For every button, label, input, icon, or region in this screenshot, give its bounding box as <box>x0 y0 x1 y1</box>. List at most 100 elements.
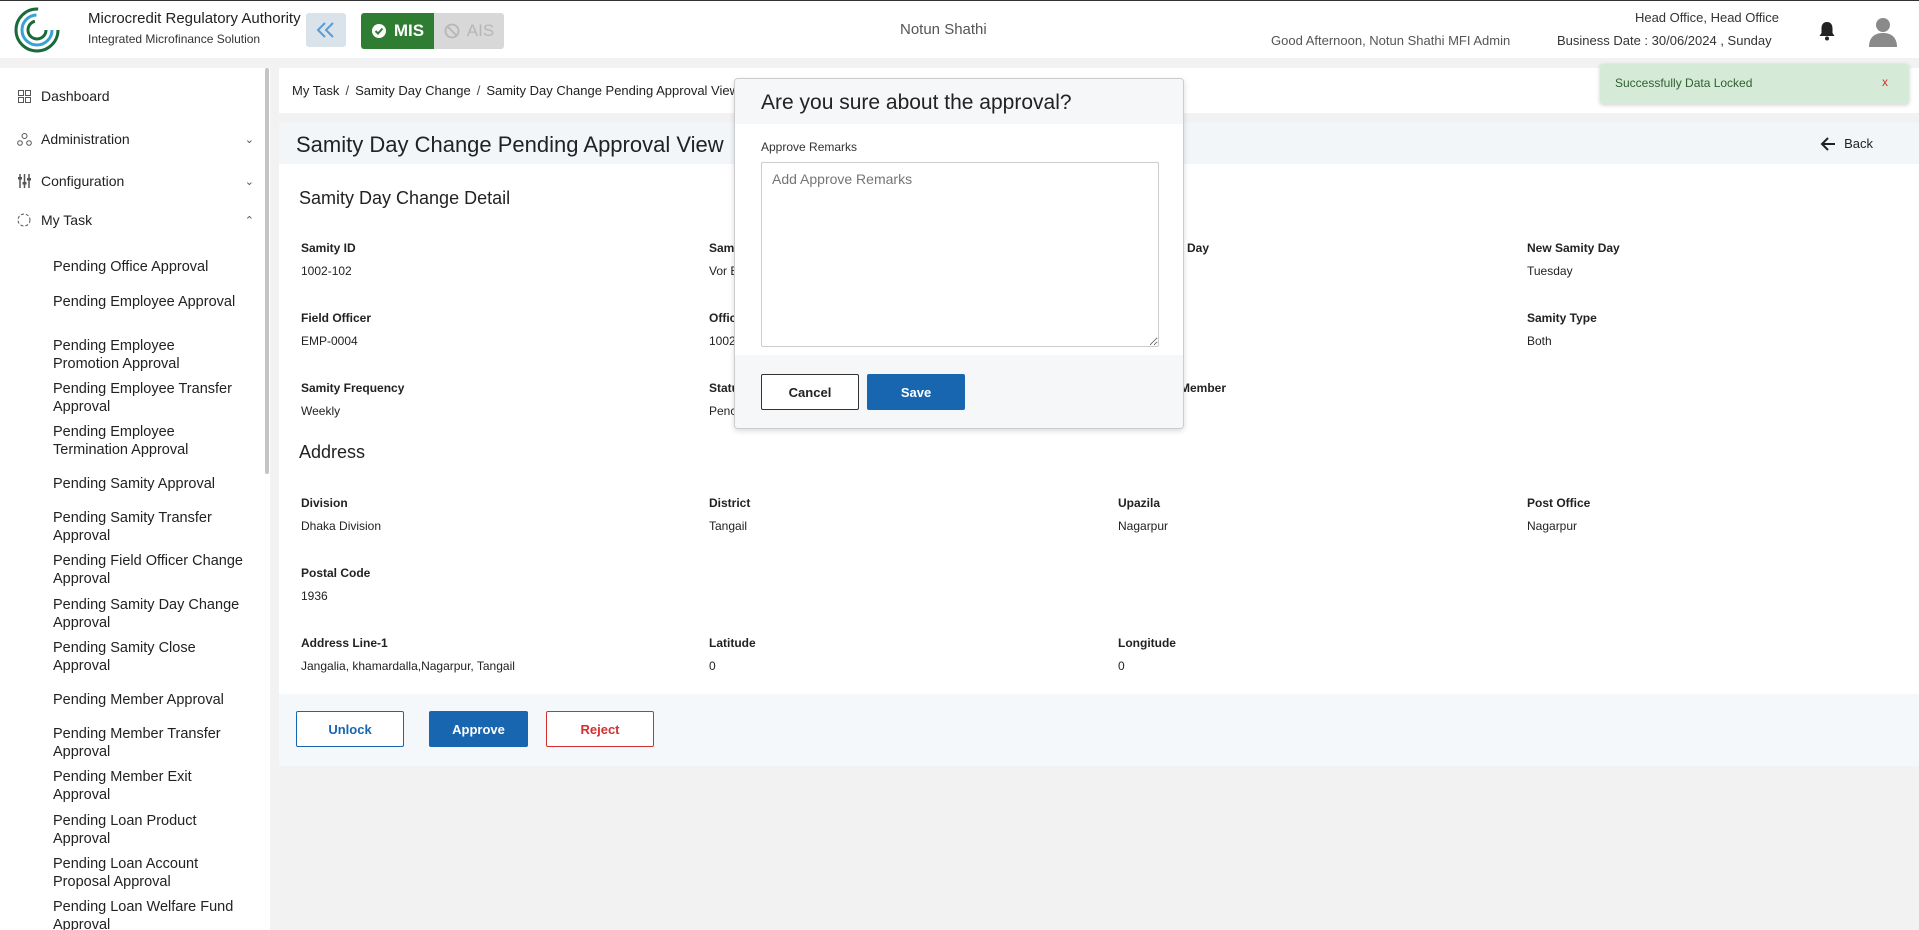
field-label: Upazila <box>1118 496 1161 510</box>
field-post-office: Post Office Nagarpur <box>1527 496 1590 533</box>
sidebar: Dashboard Administration ⌄ Configuration… <box>0 68 270 930</box>
business-date: Business Date : 30/06/2024 , Sunday <box>1557 33 1772 48</box>
double-chevron-left-icon <box>316 22 334 38</box>
page-title: Samity Day Change Pending Approval View <box>296 132 724 157</box>
field-value: Tangail <box>709 519 748 533</box>
mode-toggle: MIS AIS <box>361 13 504 49</box>
section-title-detail: Samity Day Change Detail <box>299 188 511 208</box>
sidebar-subitem[interactable]: Pending Samity Transfer Approval <box>53 509 243 545</box>
field-upazila: Upazila Nagarpur <box>1118 496 1168 533</box>
field-label: Member <box>1180 381 1227 395</box>
field-address-line-1: Address Line-1 Jangalia, khamardalla,Nag… <box>301 636 515 673</box>
sidebar-subitem[interactable]: Pending Office Approval <box>53 258 243 276</box>
sidebar-item-administration[interactable]: Administration ⌄ <box>16 131 254 147</box>
sidebar-subitem[interactable]: Pending Samity Close Approval <box>53 639 243 675</box>
field-value: 1002-102 <box>301 264 352 278</box>
collapse-sidebar-button[interactable] <box>306 13 346 47</box>
field-district: District Tangail <box>709 496 750 533</box>
field-label: Samity Type <box>1527 311 1597 325</box>
reject-button[interactable]: Reject <box>546 711 654 747</box>
field-label: Address Line-1 <box>301 636 388 650</box>
field-postal-code: Postal Code 1936 <box>301 566 370 603</box>
modal-footer: Cancel Save <box>735 355 1183 428</box>
institution-name: Notun Shathi <box>900 21 987 38</box>
bell-icon[interactable] <box>1818 21 1836 41</box>
approve-button[interactable]: Approve <box>429 711 528 747</box>
field-value: Tuesday <box>1527 264 1573 278</box>
user-avatar-icon[interactable] <box>1866 14 1900 48</box>
sidebar-subitem[interactable]: Pending Samity Approval <box>53 475 243 493</box>
sidebar-item-label: Dashboard <box>41 88 110 104</box>
breadcrumb: My Task / Samity Day Change / Samity Day Cha… <box>292 83 739 98</box>
breadcrumb-item[interactable]: My Task <box>292 83 339 98</box>
field-value: Dhaka Division <box>301 519 382 533</box>
field-division: Division Dhaka Division <box>301 496 381 533</box>
approve-remarks-input[interactable] <box>761 162 1159 347</box>
modal-title: Are you sure about the approval? <box>761 91 1072 114</box>
sidebar-subitem[interactable]: Pending Loan Welfare Fund Approval <box>53 898 243 930</box>
mis-mode-button[interactable]: MIS <box>361 13 434 49</box>
back-button[interactable]: Back <box>1820 136 1873 151</box>
sidebar-item-label: Administration <box>41 131 130 147</box>
field-label: Offic <box>709 311 737 325</box>
unlock-button[interactable]: Unlock <box>296 711 404 747</box>
chevron-down-icon: ⌄ <box>244 133 254 146</box>
field-latitude: Latitude 0 <box>709 636 756 673</box>
success-toast: Successfully Data Locked x <box>1600 64 1909 104</box>
toast-message: Successfully Data Locked <box>1615 76 1753 90</box>
sidebar-item-label: Configuration <box>41 173 125 189</box>
sidebar-subitem[interactable]: Pending Member Exit Approval <box>53 768 243 804</box>
sidebar-scrollbar[interactable] <box>265 68 269 474</box>
field-value: Weekly <box>301 404 341 418</box>
arrow-left-icon <box>1820 136 1836 151</box>
mra-logo-icon[interactable] <box>14 7 60 53</box>
back-label: Back <box>1844 136 1873 151</box>
sidebar-subitem[interactable]: Pending Employee Transfer Approval <box>53 380 243 416</box>
sidebar-subitem[interactable]: Pending Member Approval <box>53 691 243 709</box>
sidebar-subitem[interactable]: Pending Employee Approval <box>53 293 243 311</box>
field-label: Postal Code <box>301 566 371 580</box>
field-label: Samity ID <box>301 241 356 255</box>
field-value: 0 <box>709 659 716 673</box>
field-longitude: Longitude 0 <box>1118 636 1176 673</box>
sidebar-subitem[interactable]: Pending Member Transfer Approval <box>53 725 243 761</box>
people-icon <box>16 131 32 147</box>
sidebar-subitem[interactable]: Pending Employee Termination Approval <box>53 423 243 459</box>
section-title-address: Address <box>299 442 366 462</box>
save-button[interactable]: Save <box>867 374 965 410</box>
field-samity-type: Samity Type Both <box>1527 311 1597 348</box>
field-value: Nagarpur <box>1118 519 1169 533</box>
approval-modal: Are you sure about the approval? Approve… <box>734 78 1184 429</box>
ais-mode-button[interactable]: AIS <box>434 13 504 49</box>
field-label: Field Officer <box>301 311 372 325</box>
approve-remarks-label: Approve Remarks <box>761 140 858 154</box>
field-label: Division <box>301 496 348 510</box>
field-value: Nagarpur <box>1527 519 1578 533</box>
sidebar-item-label: My Task <box>41 212 93 228</box>
ban-icon <box>444 23 460 39</box>
sidebar-item-dashboard[interactable]: Dashboard <box>16 88 254 104</box>
sidebar-item-my-task[interactable]: My Task ⌃ <box>16 212 254 228</box>
field-value: Jangalia, khamardalla,Nagarpur, Tangail <box>301 659 515 673</box>
field-label: Post Office <box>1527 496 1591 510</box>
field-value: 1002 <box>709 334 736 348</box>
field-label: District <box>709 496 751 510</box>
field-member: Member <box>1180 381 1226 404</box>
greeting-text: Good Afternoon, Notun Shathi MFI Admin <box>1271 33 1511 48</box>
field-office: Offic 1002 <box>709 311 736 348</box>
sidebar-subitem[interactable]: Pending Employee Promotion Approval <box>53 337 243 373</box>
sidebar-subitem[interactable]: Pending Samity Day Change Approval <box>53 596 243 632</box>
field-label: Day <box>1187 241 1210 255</box>
sidebar-subitem[interactable]: Pending Loan Account Proposal Approval <box>53 855 243 891</box>
cancel-button[interactable]: Cancel <box>761 374 859 410</box>
sidebar-subitem[interactable]: Pending Field Officer Change Approval <box>53 552 243 588</box>
breadcrumb-item[interactable]: Samity Day Change <box>355 83 471 98</box>
field-value: EMP-0004 <box>301 334 358 348</box>
org-name: Microcredit Regulatory Authority <box>88 10 301 27</box>
toast-close-button[interactable]: x <box>1882 75 1888 89</box>
sidebar-item-configuration[interactable]: Configuration ⌄ <box>16 173 254 189</box>
grid-icon <box>16 88 32 104</box>
loader-icon <box>16 212 32 228</box>
sidebar-subitem[interactable]: Pending Loan Product Approval <box>53 812 243 848</box>
field-label: Samity Frequency <box>301 381 405 395</box>
